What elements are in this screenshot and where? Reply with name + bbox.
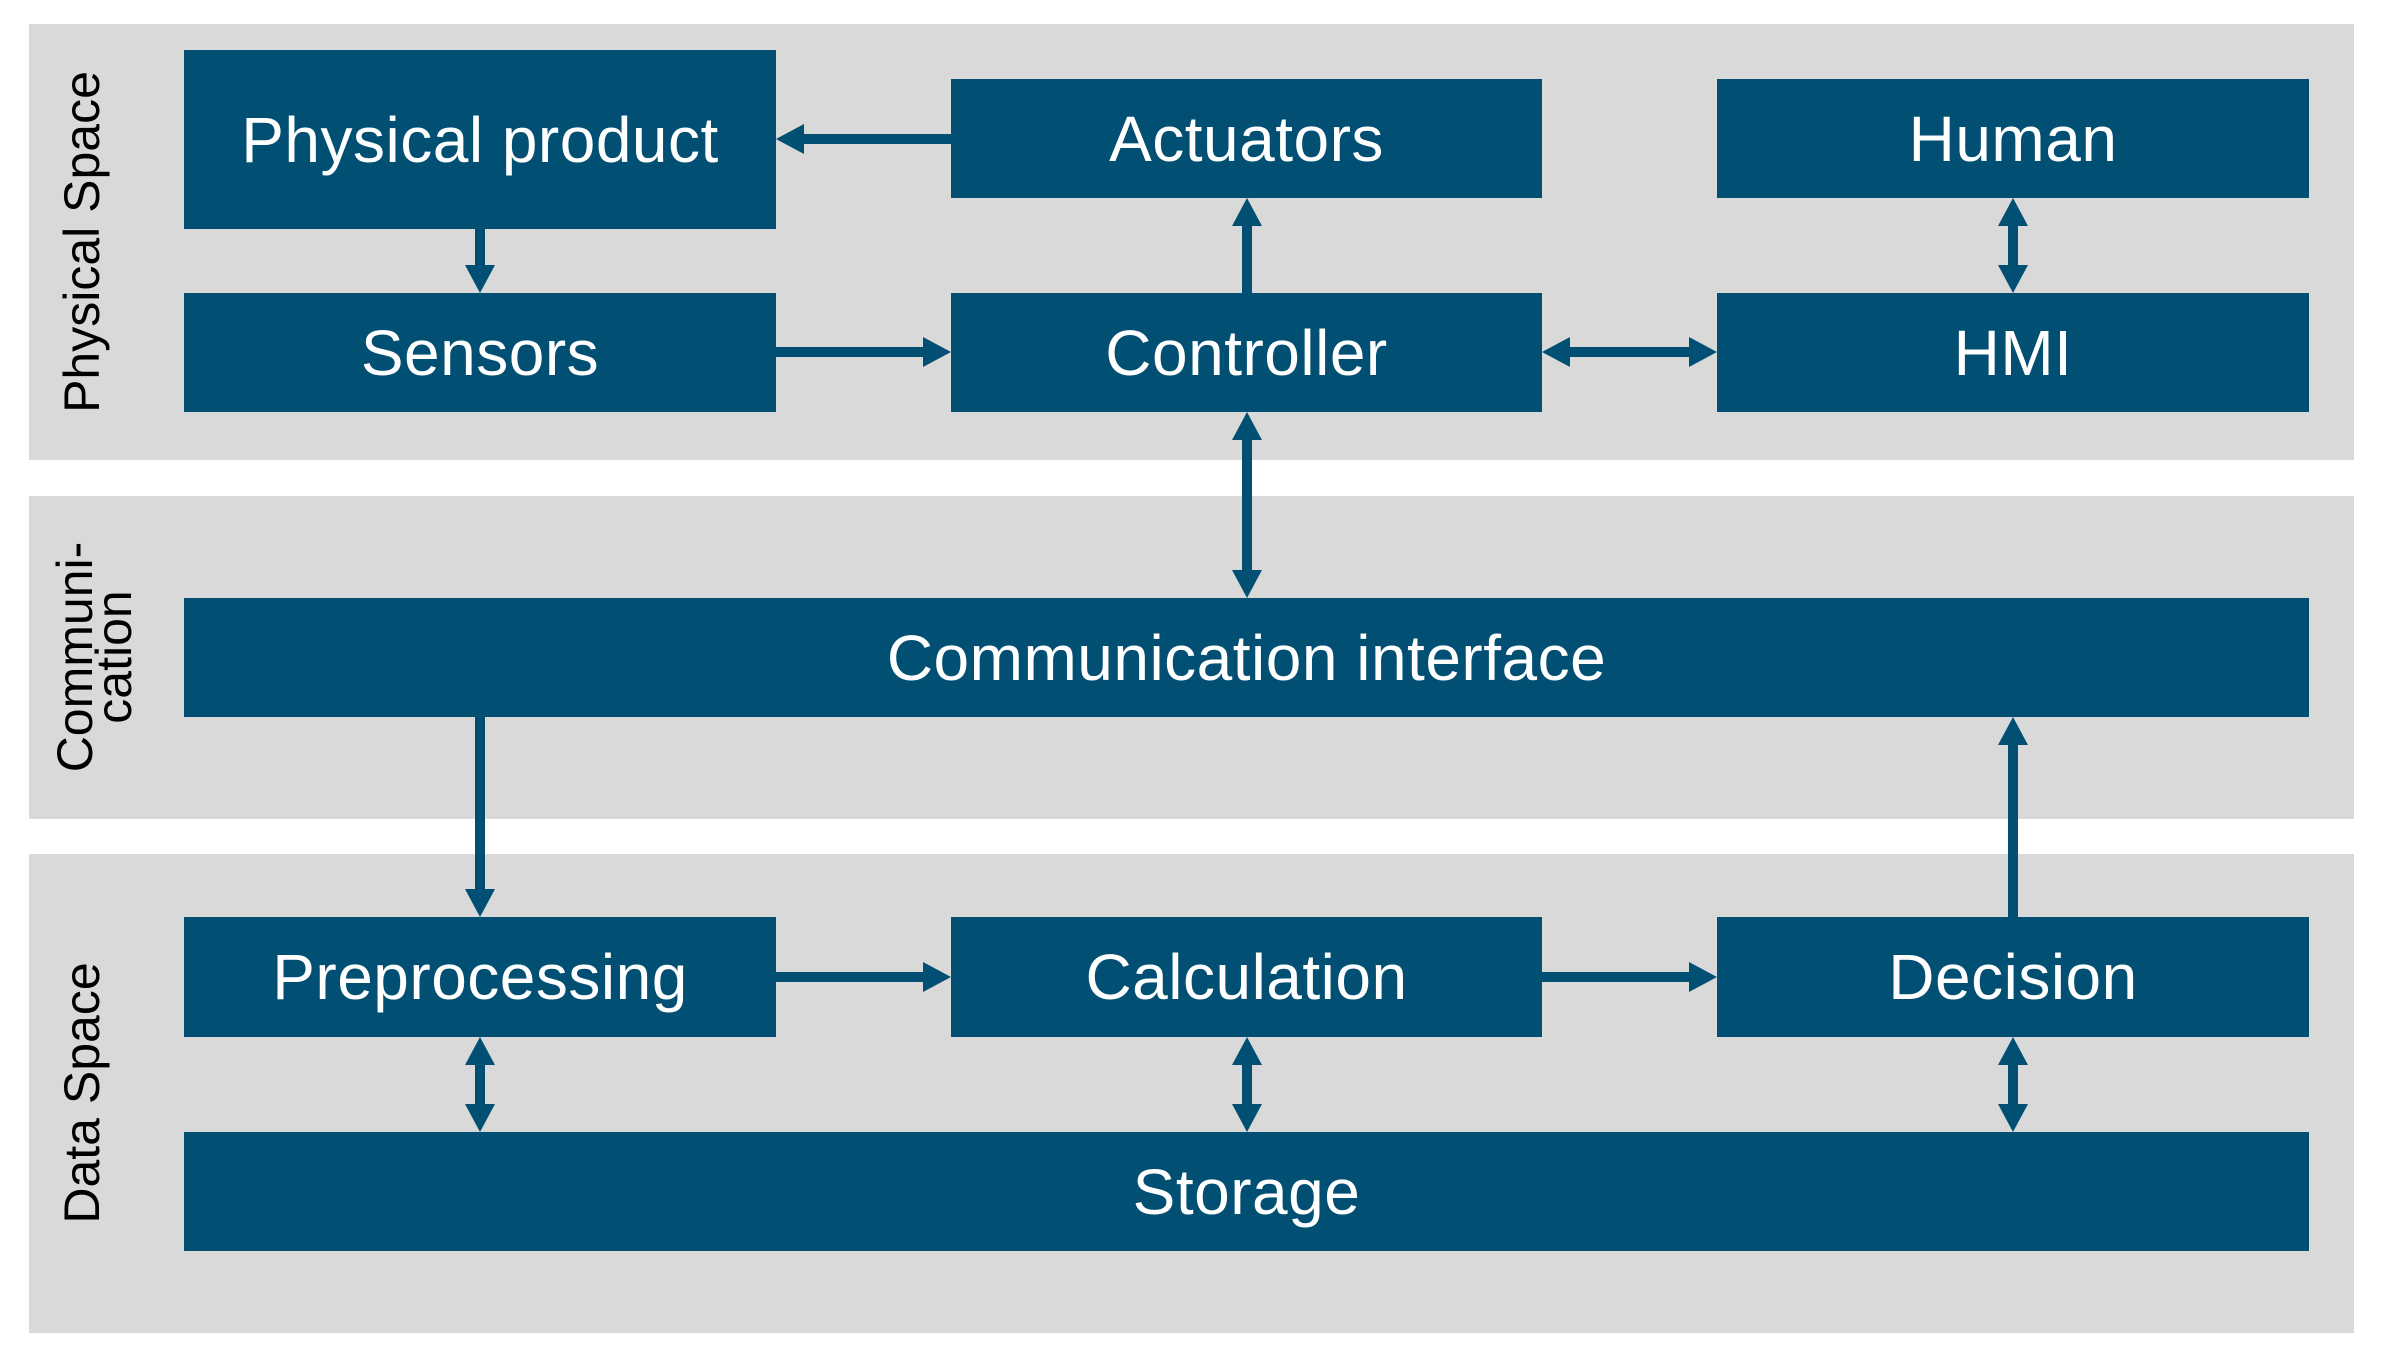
physical-space-label: Physical Space xyxy=(54,71,110,413)
node-storage: Storage xyxy=(184,1132,2309,1251)
node-controller: Controller xyxy=(951,293,1542,412)
data-space-label: Data Space xyxy=(54,962,110,1224)
node-preprocessing: Preprocessing xyxy=(184,917,776,1037)
node-decision: Decision xyxy=(1717,917,2309,1037)
communication-label: Communi- cation xyxy=(47,542,142,773)
node-human: Human xyxy=(1717,79,2309,198)
node-communication-interface: Communication interface xyxy=(184,598,2309,717)
node-sensors: Sensors xyxy=(184,293,776,412)
node-physical-product: Physical product xyxy=(184,50,776,229)
node-hmi: HMI xyxy=(1717,293,2309,412)
node-actuators: Actuators xyxy=(951,79,1542,198)
node-calculation: Calculation xyxy=(951,917,1542,1037)
